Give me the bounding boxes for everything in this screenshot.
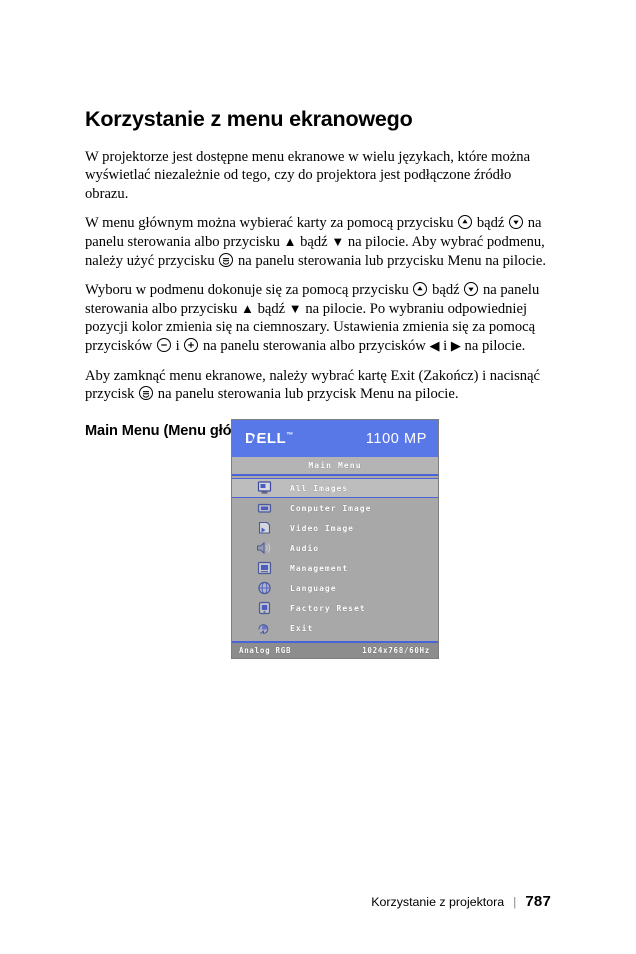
paragraph-close-menu: Aby zamknąć menu ekranowe, należy wybrać… bbox=[85, 367, 551, 404]
p4-part-b: na panelu sterowania lub przycisk Menu n… bbox=[157, 386, 459, 403]
management-icon bbox=[254, 561, 274, 576]
dell-logo: DE LL™ bbox=[245, 430, 293, 447]
computer-image-icon bbox=[254, 501, 274, 516]
menu-button-icon-2 bbox=[139, 386, 154, 401]
remote-right-arrow-icon: ▶ bbox=[450, 337, 461, 353]
up-button-icon-2 bbox=[413, 282, 428, 297]
p2-part-a: W menu głównym można wybierać karty za p… bbox=[85, 215, 454, 232]
remote-left-arrow-icon: ◀ bbox=[429, 337, 440, 353]
osd-menu-list: All Images Computer Image Video Image Au… bbox=[232, 476, 438, 641]
page-footer: Korzystanie z projektora | 787 bbox=[371, 893, 551, 910]
osd-item-label: Exit bbox=[290, 623, 314, 633]
p2-part-d: bądź bbox=[300, 234, 328, 251]
osd-item-label: Language bbox=[290, 583, 337, 593]
osd-title-bar: Main Menu bbox=[232, 457, 438, 476]
menu-button-icon bbox=[219, 252, 234, 267]
remote-down-arrow-icon: ▼ bbox=[331, 234, 345, 250]
paragraph-intro: W projektorze jest dostępne menu ekranow… bbox=[85, 148, 551, 204]
osd-item-management[interactable]: Management bbox=[232, 558, 438, 578]
dell-logo-ll: LL bbox=[266, 430, 287, 447]
plus-button-icon bbox=[184, 337, 199, 352]
page-content: Korzystanie z menu ekranowego W projekto… bbox=[85, 107, 551, 440]
trademark-symbol: ™ bbox=[286, 432, 294, 439]
paragraph-submenu-navigation: Wyboru w podmenu dokonuje się za pomocą … bbox=[85, 281, 551, 355]
osd-item-label: Management bbox=[290, 563, 349, 573]
osd-resolution-label: 1024x768/60Hz bbox=[362, 646, 430, 655]
footer-separator: | bbox=[513, 895, 517, 909]
osd-status-bar: Analog RGB 1024x768/60Hz bbox=[232, 641, 438, 658]
p2-part-b: bądź bbox=[476, 215, 505, 232]
p3-part-f: i bbox=[175, 337, 180, 354]
osd-source-label: Analog RGB bbox=[239, 646, 292, 655]
down-button-icon bbox=[509, 215, 524, 230]
osd-item-label: Audio bbox=[290, 543, 320, 553]
language-icon bbox=[254, 581, 274, 596]
paragraph-main-menu-navigation: W menu głównym można wybierać karty za p… bbox=[85, 214, 551, 270]
osd-item-video-image[interactable]: Video Image bbox=[232, 518, 438, 538]
all-images-icon bbox=[254, 481, 274, 496]
manual-page: Korzystanie z menu ekranowego W projekto… bbox=[0, 0, 636, 954]
p2-part-f: na panelu sterowania lub przycisku Menu … bbox=[237, 252, 546, 269]
p3-part-i: na pilocie. bbox=[464, 337, 526, 354]
remote-up-arrow-icon: ▲ bbox=[283, 234, 297, 250]
osd-header: DE LL™ 1100 MP bbox=[232, 420, 438, 457]
osd-item-label: Factory Reset bbox=[290, 603, 366, 613]
paragraph-intro-text: W projektorze jest dostępne menu ekranow… bbox=[85, 148, 531, 202]
footer-section-label: Korzystanie z projektora bbox=[371, 895, 505, 909]
remote-up-arrow-icon-2: ▲ bbox=[241, 300, 254, 316]
up-button-icon bbox=[458, 215, 473, 230]
osd-item-audio[interactable]: Audio bbox=[232, 538, 438, 558]
page-title: Korzystanie z menu ekranowego bbox=[85, 107, 413, 131]
audio-icon bbox=[254, 541, 274, 556]
osd-screenshot-figure: DE LL™ 1100 MP Main Menu All Images Compu… bbox=[231, 419, 439, 659]
p3-part-a: Wyboru w podmenu dokonuje się za pomocą … bbox=[85, 282, 409, 299]
projector-model-label: 1100 MP bbox=[365, 430, 427, 447]
osd-item-label: Video Image bbox=[290, 523, 354, 533]
video-image-icon bbox=[254, 521, 274, 536]
osd-item-exit[interactable]: Exit bbox=[232, 618, 438, 638]
remote-down-arrow-icon-2: ▼ bbox=[288, 300, 302, 316]
factory-reset-icon bbox=[254, 601, 274, 616]
osd-item-factory-reset[interactable]: Factory Reset bbox=[232, 598, 438, 618]
p3-part-b: bądź bbox=[432, 282, 460, 299]
osd-item-all-images[interactable]: All Images bbox=[232, 478, 438, 498]
osd-item-computer-image[interactable]: Computer Image bbox=[232, 498, 438, 518]
footer-page-number: 787 bbox=[525, 893, 551, 910]
osd-item-language[interactable]: Language bbox=[232, 578, 438, 598]
p3-part-g: na panelu sterowania albo przycisków bbox=[202, 337, 426, 354]
p3-part-h: i bbox=[443, 337, 448, 354]
exit-icon bbox=[254, 621, 274, 636]
osd-item-label: All Images bbox=[290, 483, 349, 493]
minus-button-icon bbox=[156, 337, 171, 352]
down-button-icon-2 bbox=[464, 282, 479, 297]
p3-part-d: bądź bbox=[257, 300, 286, 317]
osd-item-label: Computer Image bbox=[290, 503, 372, 513]
